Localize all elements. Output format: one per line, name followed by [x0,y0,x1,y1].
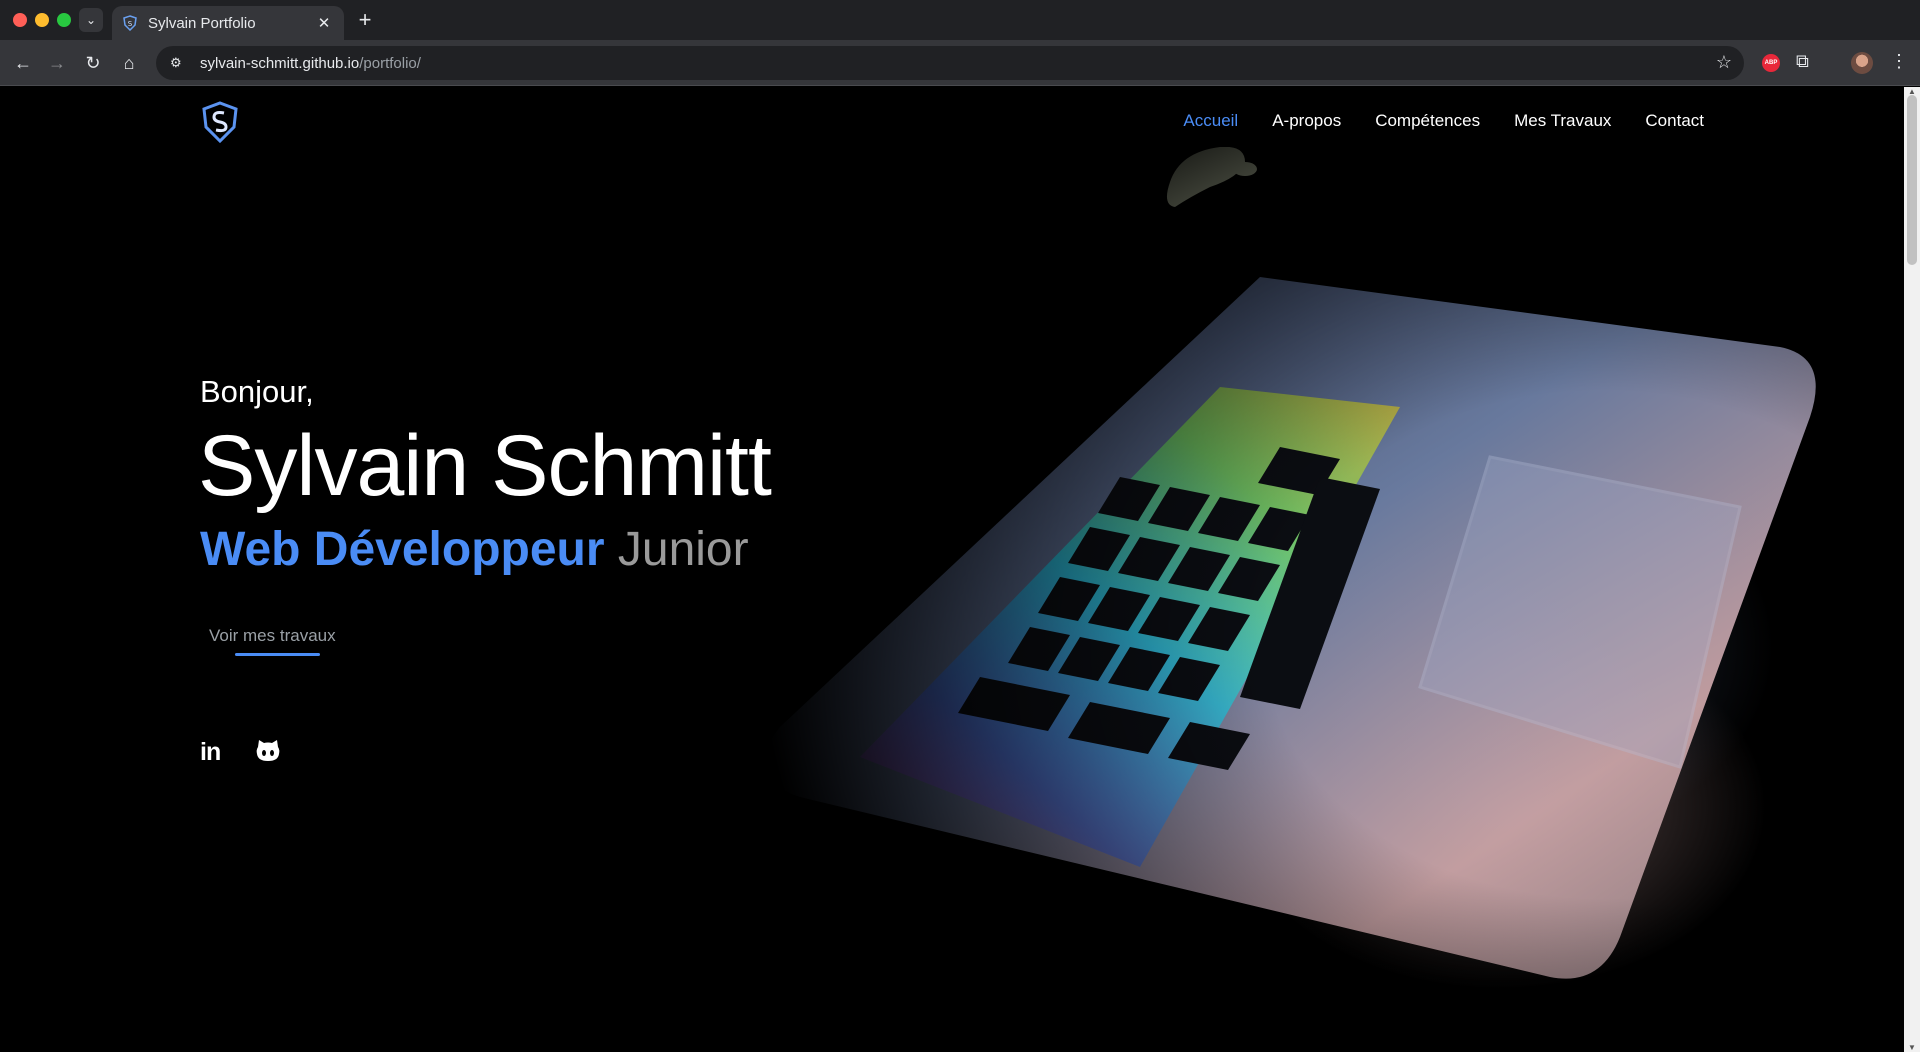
page-scrollbar[interactable]: ▲ ▼ [1904,87,1920,1052]
menu-icon[interactable]: ⋮ [1890,51,1908,72]
nav-contact[interactable]: Contact [1645,111,1704,131]
adblock-extension-icon[interactable]: ABP [1762,54,1780,72]
browser-tabbar: ⌄ S Sylvain Portfolio ✕ + [0,0,1920,40]
star-icon[interactable]: ☆ [1716,52,1732,73]
url-path: /portfolio/ [359,54,421,72]
profile-avatar[interactable] [1851,52,1873,74]
browser-toolbar: ← → ↻ ⌂ ⚙ sylvain-schmitt.github.io/port… [0,40,1920,86]
close-window-button[interactable] [13,13,27,27]
logo-icon[interactable] [200,101,240,143]
hero-role-main: Web Développeur [200,523,605,576]
hero-role-sub: Junior [617,523,749,576]
nav-a-propos[interactable]: A-propos [1272,111,1341,131]
hero-greeting: Bonjour, [200,374,314,409]
tab-search-icon[interactable]: ⌄ [79,8,103,32]
linkedin-icon[interactable]: in [200,738,221,767]
minimize-window-button[interactable] [35,13,49,27]
scroll-down-icon[interactable]: ▼ [1908,1043,1916,1052]
svg-text:S: S [128,20,133,28]
hero-role: Web Développeur Junior [200,522,749,577]
extensions-icon[interactable]: ⧉ [1796,51,1809,72]
new-tab-button[interactable]: + [352,7,378,33]
main-nav: Accueil A-propos Compétences Mes Travaux… [1183,111,1704,131]
url-host: sylvain-schmitt.github.io [200,54,360,72]
cta-underline [235,653,320,656]
reload-icon[interactable]: ↻ [78,48,108,78]
hero-name: Sylvain Schmitt [198,418,772,514]
page-viewport: Accueil A-propos Compétences Mes Travaux… [0,87,1904,1052]
laptop-background-image [700,147,1904,1052]
github-icon[interactable] [254,737,282,765]
nav-accueil[interactable]: Accueil [1183,111,1238,131]
back-icon[interactable]: ← [8,48,38,78]
tab-title: Sylvain Portfolio [148,14,256,32]
favicon-icon: S [123,15,137,31]
nav-competences[interactable]: Compétences [1375,111,1480,131]
view-work-button[interactable]: Voir mes travaux [209,626,336,646]
scrollbar-thumb[interactable] [1907,95,1917,265]
close-tab-icon[interactable]: ✕ [314,14,334,32]
nav-mes-travaux[interactable]: Mes Travaux [1514,111,1611,131]
home-icon[interactable]: ⌂ [114,48,144,78]
address-bar[interactable]: ⚙ sylvain-schmitt.github.io/portfolio/ ☆ [156,46,1744,80]
site-info-icon[interactable]: ⚙ [170,55,188,71]
forward-icon[interactable]: → [42,48,72,78]
maximize-window-button[interactable] [57,13,71,27]
browser-tab[interactable]: S Sylvain Portfolio ✕ [112,6,344,40]
